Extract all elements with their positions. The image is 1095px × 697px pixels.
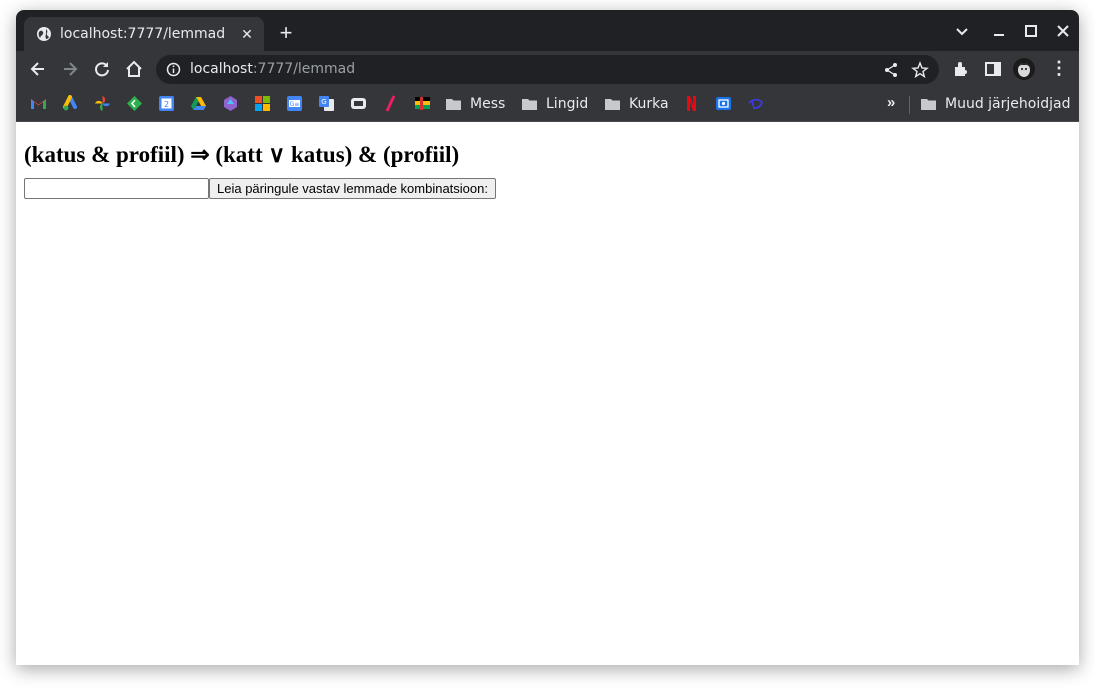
bookmarks-overflow-icon[interactable]: »: [887, 94, 895, 111]
outlook-icon[interactable]: [715, 95, 732, 112]
side-panel-icon[interactable]: [983, 59, 1003, 79]
extensions-icon[interactable]: [951, 59, 971, 79]
puzzle-icon[interactable]: [350, 95, 367, 112]
new-tab-button[interactable]: +: [274, 22, 298, 46]
tab-close-icon[interactable]: ✕: [238, 25, 256, 43]
bookmark-star-icon[interactable]: [911, 61, 929, 79]
url-text[interactable]: localhost:7777/lemmad: [190, 61, 355, 77]
close-window-icon[interactable]: [1052, 20, 1074, 42]
address-bar[interactable]: localhost:7777/lemmad: [156, 55, 939, 84]
home-icon[interactable]: [124, 59, 144, 79]
folder-icon: [605, 99, 620, 110]
slash-icon[interactable]: [382, 95, 399, 112]
folder-icon: [446, 99, 461, 110]
svg-text:2: 2: [164, 100, 169, 109]
chrome-menu-icon[interactable]: ⋮: [1050, 58, 1068, 79]
bookmark-folder-label: Lingid: [546, 96, 589, 112]
avatar[interactable]: [1013, 58, 1035, 80]
folder-icon: [921, 99, 936, 110]
google-ads-icon[interactable]: [62, 95, 79, 112]
flag-icon[interactable]: [414, 95, 431, 112]
tab-search-icon[interactable]: [951, 20, 973, 42]
bookmarks-separator: [909, 96, 910, 114]
netflix-icon[interactable]: [683, 95, 700, 112]
disney-icon[interactable]: [747, 95, 764, 112]
feedly-icon[interactable]: [126, 95, 143, 112]
minimize-icon[interactable]: [988, 20, 1010, 42]
google-sheets-translate-icon[interactable]: G≡: [286, 95, 303, 112]
bookmarks-bar: 2 G≡ G Mess Lingid Kurka » Muud järjehoi…: [16, 87, 1079, 122]
page-content: (katus & profiil) ⇒ (katt ∨ katus) & (pr…: [16, 122, 1079, 665]
query-input[interactable]: [24, 178, 209, 199]
toolbar: localhost:7777/lemmad ⋮: [16, 51, 1079, 87]
bookmark-folder-kurka[interactable]: Kurka: [605, 95, 669, 113]
tab-title: localhost:7777/lemmad: [60, 26, 226, 42]
share-icon[interactable]: [883, 62, 899, 78]
query-form: Leia päringule vastav lemmade kombinatsi…: [24, 178, 496, 199]
globe-icon: [37, 27, 51, 41]
google-drive-icon[interactable]: [190, 95, 207, 112]
svg-text:G: G: [321, 98, 326, 106]
bookmark-folder-other[interactable]: Muud järjehoidjad: [921, 95, 1070, 113]
browser-window: localhost:7777/lemmad ✕ + localhost:7777…: [16, 10, 1079, 665]
bookmark-folder-label: Muud järjehoidjad: [945, 96, 1071, 112]
bookmark-folder-mess[interactable]: Mess: [446, 95, 505, 113]
app-icon[interactable]: [222, 95, 239, 112]
bookmark-folder-lingid[interactable]: Lingid: [522, 95, 588, 113]
tab-active[interactable]: localhost:7777/lemmad ✕: [24, 17, 264, 51]
google-translate-icon[interactable]: G: [318, 95, 335, 112]
forward-icon[interactable]: [60, 59, 80, 79]
gmail-icon[interactable]: [30, 95, 47, 112]
google-photos-icon[interactable]: [94, 95, 111, 112]
back-icon[interactable]: [28, 59, 48, 79]
bookmark-folder-label: Mess: [470, 96, 506, 112]
page-title: (katus & profiil) ⇒ (katt ∨ katus) & (pr…: [24, 142, 460, 167]
maximize-icon[interactable]: [1020, 20, 1042, 42]
google-calendar-icon[interactable]: 2: [158, 95, 175, 112]
reload-icon[interactable]: [92, 59, 112, 79]
folder-icon: [522, 99, 537, 110]
info-icon[interactable]: [166, 62, 181, 77]
bookmark-folder-label: Kurka: [629, 96, 669, 112]
microsoft-icon[interactable]: [254, 95, 271, 112]
svg-text:G≡: G≡: [290, 101, 300, 108]
tab-strip: localhost:7777/lemmad ✕ +: [16, 10, 1079, 51]
submit-button[interactable]: Leia päringule vastav lemmade kombinatsi…: [209, 178, 496, 199]
